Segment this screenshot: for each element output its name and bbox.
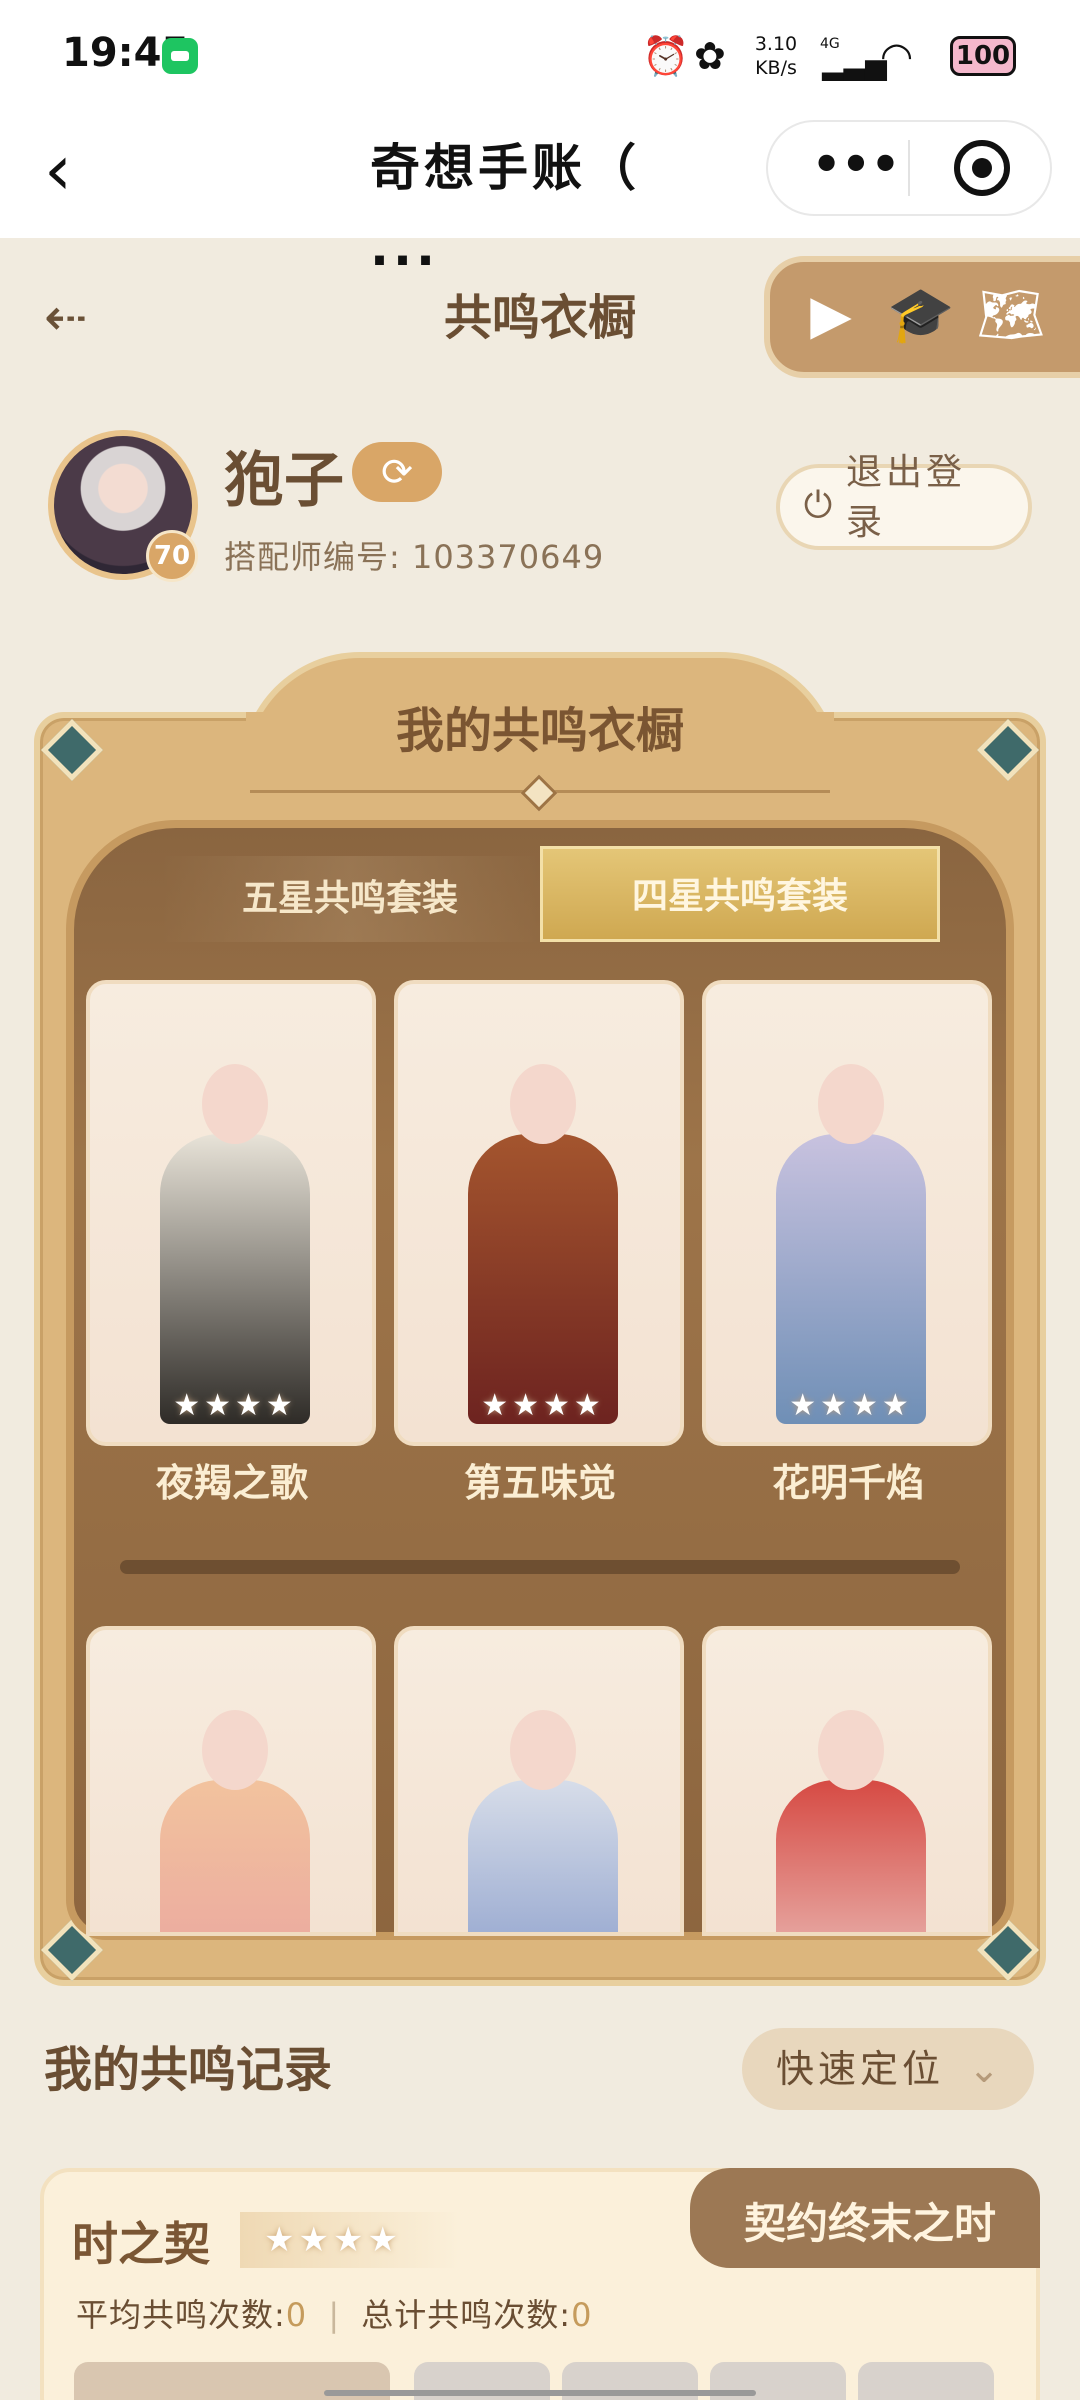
total-value: 0 xyxy=(571,2296,593,2334)
logout-label[interactable]: 退出登录 xyxy=(846,448,966,548)
stat-separator: | xyxy=(328,2296,341,2334)
flower-icon: ✿ xyxy=(694,34,726,78)
records-title: 我的共鸣记录 xyxy=(44,2042,333,2098)
quick-locate-button[interactable]: 快速定位 ⌄ xyxy=(742,2028,1034,2110)
record-thumb[interactable] xyxy=(858,2362,994,2400)
wechat-icon xyxy=(162,38,198,74)
outfit-figure xyxy=(776,1780,926,1932)
outfit-figure xyxy=(468,1780,618,1932)
outfit-face xyxy=(202,1710,268,1790)
home-indicator[interactable] xyxy=(324,2390,756,2396)
app-back-icon[interactable]: ⇠ xyxy=(44,288,104,348)
net-speed-value: 3.10 xyxy=(754,33,798,55)
chevron-down-icon: ⌄ xyxy=(968,2047,1004,2091)
total-label: 总计共鸣次数: xyxy=(361,2296,572,2334)
avg-value: 0 xyxy=(285,2296,308,2334)
outfit-face xyxy=(202,1064,268,1144)
record-tab-label: 契约终末之时 xyxy=(743,2199,996,2248)
outfit-face xyxy=(818,1064,884,1144)
outfit-face xyxy=(818,1710,884,1790)
outfit-figure xyxy=(468,1134,618,1424)
level-badge: 70 xyxy=(146,530,198,582)
net-speed-unit: KB/s xyxy=(755,57,797,79)
outfit-figure xyxy=(160,1134,310,1424)
outfit-name: 花明千焰 xyxy=(771,1461,924,1505)
scroll-divider xyxy=(120,1560,960,1574)
back-button[interactable]: ‹ xyxy=(44,130,104,210)
outfit-card[interactable] xyxy=(394,1626,684,1936)
quick-locate-label: 快速定位 xyxy=(776,2047,945,2091)
outfit-card[interactable]: ★★★★ xyxy=(394,980,684,1446)
outfit-card[interactable] xyxy=(86,1626,376,1936)
page-title: 奇想手账（ ... xyxy=(370,139,640,277)
close-target-icon[interactable] xyxy=(954,140,1010,196)
outfit-card[interactable] xyxy=(702,1626,992,1936)
play-icon[interactable]: ▶ xyxy=(796,280,866,350)
wifi-icon: ◠ xyxy=(880,34,914,78)
record-name: 时之契 xyxy=(72,2217,210,2271)
alarm-icon: ⏰ xyxy=(642,34,690,78)
outfit-figure xyxy=(160,1780,310,1932)
outfit-figure xyxy=(776,1134,926,1424)
rarity-stars: ★★★★ xyxy=(173,1388,297,1423)
battery-icon: 100 xyxy=(950,36,1016,76)
wardrobe-title: 我的共鸣衣橱 xyxy=(395,703,684,759)
record-stars: ★★★★ xyxy=(240,2212,460,2268)
avg-label: 平均共鸣次数: xyxy=(76,2296,286,2334)
rarity-stars: ★★★★ xyxy=(481,1388,605,1423)
power-icon: ⏻ xyxy=(803,485,833,526)
tab-four-star[interactable]: 四星共鸣套装 xyxy=(540,846,940,942)
outfit-card[interactable]: ★★★★ xyxy=(86,980,376,1446)
rarity-stars: ★★★★ xyxy=(789,1388,913,1423)
outfit-name: 第五味觉 xyxy=(463,1461,616,1505)
outfit-card[interactable]: ★★★★ xyxy=(702,980,992,1446)
net-speed: 3.10 KB/s xyxy=(752,32,800,80)
capsule-divider xyxy=(908,140,910,196)
username: 狍子 xyxy=(224,446,344,516)
guide-icon[interactable]: 🎓 xyxy=(886,280,956,350)
app-title: 共鸣衣橱 xyxy=(443,290,636,346)
map-icon[interactable]: 🗺 xyxy=(976,280,1046,350)
more-icon[interactable]: ••• xyxy=(806,140,906,196)
sync-button[interactable]: ⟳ xyxy=(352,442,442,502)
record-stats: 平均共鸣次数:0 | 总计共鸣次数:0 xyxy=(76,2290,592,2336)
outfit-face xyxy=(510,1710,576,1790)
outfit-face xyxy=(510,1064,576,1144)
signal-icon: ▂▃▅ xyxy=(822,48,887,81)
stylist-id: 搭配师编号: 103370649 xyxy=(224,538,605,576)
outfit-name: 夜羯之歌 xyxy=(155,1461,308,1505)
tab-five-star[interactable]: 五星共鸣套装 xyxy=(160,856,540,942)
